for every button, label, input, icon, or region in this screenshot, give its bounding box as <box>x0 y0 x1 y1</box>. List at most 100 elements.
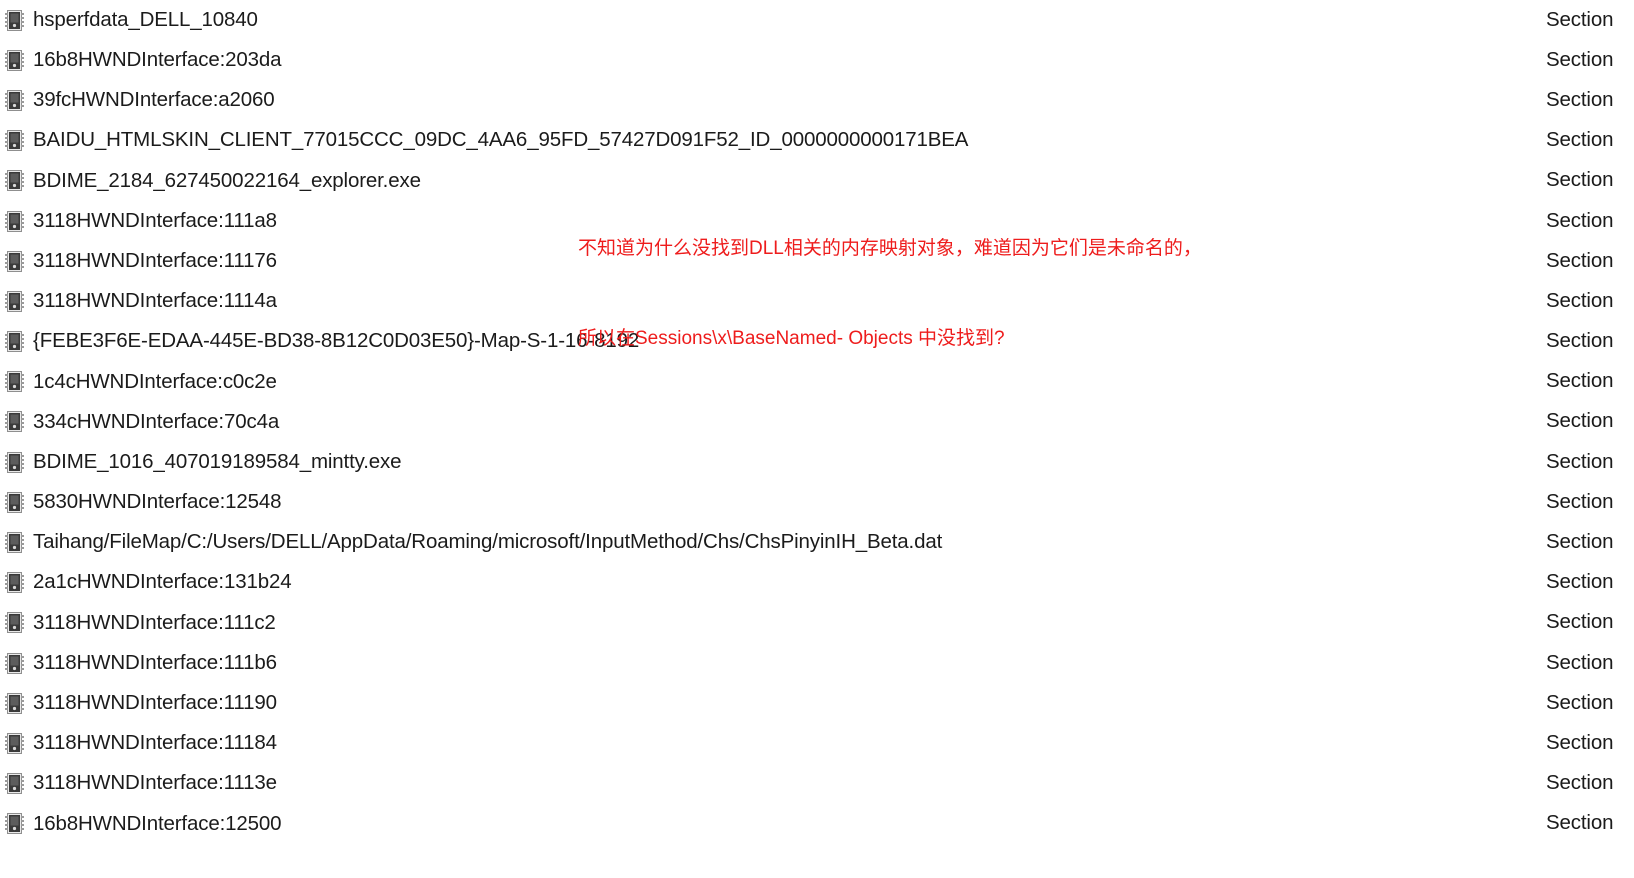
handle-type-label: Section <box>1546 570 1614 594</box>
handle-type-cell: Section <box>1484 290 1634 312</box>
table-row[interactable]: BDIME_2184_627450022164_explorer.exe Sec… <box>0 160 1634 201</box>
table-row[interactable]: BAIDU_HTMLSKIN_CLIENT_77015CCC_09DC_4AA6… <box>0 120 1634 161</box>
handle-type-label: Section <box>1546 610 1614 634</box>
handle-name-cell[interactable]: 3118HWNDInterface:111a8 <box>0 210 1484 232</box>
handle-name-cell[interactable]: 3118HWNDInterface:11190 <box>0 693 1484 714</box>
handle-name-cell[interactable]: 3118HWNDInterface:1114a <box>0 291 1484 312</box>
table-row[interactable]: 39fcHWNDInterface:a2060 Section <box>0 80 1634 121</box>
section-object-icon <box>5 411 24 433</box>
handle-name-label: {FEBE3F6E-EDAA-445E-BD38-8B12C0D03E50}-M… <box>33 329 640 353</box>
handle-name-cell[interactable]: 3118HWNDInterface:111b6 <box>0 650 1484 674</box>
section-object-icon <box>5 9 24 31</box>
table-row[interactable]: 3118HWNDInterface:111c2 Section <box>0 602 1634 643</box>
handle-type-cell: Section <box>1484 730 1634 754</box>
table-row[interactable]: 5830HWNDInterface:12548 Section <box>0 482 1634 523</box>
handle-type-label: Section <box>1546 811 1614 835</box>
table-row[interactable]: 3118HWNDInterface:111b6 Section <box>0 643 1634 684</box>
handle-type-cell: Section <box>1484 248 1634 272</box>
handle-name-label: BDIME_2184_627450022164_explorer.exe <box>33 168 421 192</box>
handle-type-label: Section <box>1546 208 1614 232</box>
handle-type-label: Section <box>1546 248 1614 272</box>
table-row[interactable]: 3118HWNDInterface:111a8 Section <box>0 200 1634 242</box>
table-row[interactable]: 16b8HWNDInterface:203da Section <box>0 40 1634 81</box>
table-row[interactable]: hsperfdata_DELL_10840 Section <box>0 0 1634 41</box>
handle-list[interactable]: hsperfdata_DELL_10840 Section 16b8HWNDIn… <box>0 0 1634 878</box>
handle-name-cell[interactable]: 16b8HWNDInterface:203da <box>0 50 1484 71</box>
handle-name-label: 3118HWNDInterface:11190 <box>33 691 277 715</box>
section-object-icon <box>5 612 24 634</box>
section-object-icon <box>5 290 24 312</box>
handle-name-cell[interactable]: hsperfdata_DELL_10840 <box>0 7 1484 31</box>
section-object-icon <box>5 331 24 353</box>
handle-name-label: BAIDU_HTMLSKIN_CLIENT_77015CCC_09DC_4AA6… <box>33 128 969 152</box>
section-object-icon <box>5 692 24 714</box>
handle-name-label: 3118HWNDInterface:111b6 <box>33 650 277 674</box>
section-object-icon <box>5 89 24 111</box>
handle-name-label: 16b8HWNDInterface:12500 <box>33 811 282 835</box>
handle-name-cell[interactable]: 39fcHWNDInterface:a2060 <box>0 90 1484 111</box>
table-row[interactable]: 2a1cHWNDInterface:131b24 Section <box>0 562 1634 603</box>
table-row[interactable]: 3118HWNDInterface:1113e Section <box>0 763 1634 804</box>
handle-type-cell: Section <box>1484 330 1634 352</box>
handle-name-label: 3118HWNDInterface:1113e <box>33 771 277 795</box>
section-object-icon <box>5 813 24 835</box>
handle-type-label: Section <box>1546 730 1614 754</box>
handle-name-label: 3118HWNDInterface:11184 <box>33 731 277 755</box>
handle-name-cell[interactable]: 16b8HWNDInterface:12500 <box>0 811 1484 835</box>
section-object-icon <box>5 210 24 232</box>
handle-name-cell[interactable]: BAIDU_HTMLSKIN_CLIENT_77015CCC_09DC_4AA6… <box>0 128 1484 152</box>
handle-name-label: hsperfdata_DELL_10840 <box>33 7 258 31</box>
table-row[interactable]: Taihang/FileMap/C:/Users/DELL/AppData/Ro… <box>0 522 1634 563</box>
handle-rows-container: hsperfdata_DELL_10840 Section 16b8HWNDIn… <box>0 0 1634 844</box>
table-row[interactable]: 334cHWNDInterface:70c4a Section <box>0 401 1634 443</box>
table-row[interactable]: 3118HWNDInterface:11184 Section <box>0 723 1634 764</box>
table-row[interactable]: 16b8HWNDInterface:12500 Section <box>0 803 1634 844</box>
handle-type-label: Section <box>1546 690 1614 714</box>
table-row[interactable]: 3118HWNDInterface:11176 Section <box>0 241 1634 282</box>
handle-type-cell: Section <box>1484 9 1634 31</box>
handle-name-label: 3118HWNDInterface:111c2 <box>33 610 276 634</box>
section-object-icon <box>5 170 24 192</box>
handle-name-label: 16b8HWNDInterface:203da <box>33 48 282 72</box>
handle-name-cell[interactable]: 3118HWNDInterface:11184 <box>0 733 1484 754</box>
handle-type-cell: Section <box>1484 208 1634 232</box>
section-object-icon <box>5 451 24 473</box>
handle-type-label: Section <box>1546 650 1614 674</box>
handle-type-cell: Section <box>1484 449 1634 473</box>
handle-name-cell[interactable]: 334cHWNDInterface:70c4a <box>0 409 1484 433</box>
table-row[interactable]: BDIME_1016_407019189584_mintty.exe Secti… <box>0 442 1634 483</box>
handle-type-cell: Section <box>1484 49 1634 71</box>
section-object-icon <box>5 49 24 71</box>
handle-type-label: Section <box>1546 449 1614 473</box>
handle-type-cell: Section <box>1484 570 1634 594</box>
handle-name-cell[interactable]: 3118HWNDInterface:11176 <box>0 250 1484 272</box>
handle-type-cell: Section <box>1484 87 1634 111</box>
handle-name-cell[interactable]: 1c4cHWNDInterface:c0c2e <box>0 369 1484 393</box>
handle-name-label: 334cHWNDInterface:70c4a <box>33 409 280 433</box>
table-row[interactable]: {FEBE3F6E-EDAA-445E-BD38-8B12C0D03E50}-M… <box>0 321 1634 362</box>
handle-name-cell[interactable]: Taihang/FileMap/C:/Users/DELL/AppData/Ro… <box>0 530 1484 554</box>
handle-name-label: Taihang/FileMap/C:/Users/DELL/AppData/Ro… <box>33 530 943 554</box>
handle-name-cell[interactable]: 5830HWNDInterface:12548 <box>0 492 1484 513</box>
handle-name-cell[interactable]: BDIME_2184_627450022164_explorer.exe <box>0 168 1484 192</box>
table-row[interactable]: 1c4cHWNDInterface:c0c2e Section <box>0 361 1634 402</box>
handle-type-label: Section <box>1546 369 1614 393</box>
handle-name-cell[interactable]: {FEBE3F6E-EDAA-445E-BD38-8B12C0D03E50}-M… <box>0 329 1484 353</box>
table-row[interactable]: 3118HWNDInterface:11190 Section <box>0 683 1634 724</box>
handle-type-cell: Section <box>1484 491 1634 513</box>
handle-name-label: 3118HWNDInterface:1114a <box>33 289 277 313</box>
handle-type-label: Section <box>1546 128 1614 152</box>
handle-type-cell: Section <box>1484 650 1634 674</box>
section-object-icon <box>5 773 24 795</box>
section-object-icon <box>5 652 24 674</box>
table-row[interactable]: 3118HWNDInterface:1114a Section <box>0 281 1634 322</box>
handle-type-cell: Section <box>1484 690 1634 714</box>
handle-name-label: 2a1cHWNDInterface:131b24 <box>33 570 292 594</box>
handle-name-label: 1c4cHWNDInterface:c0c2e <box>33 369 277 393</box>
handle-name-label: BDIME_1016_407019189584_mintty.exe <box>33 449 402 473</box>
handle-type-label: Section <box>1546 87 1614 111</box>
handle-name-cell[interactable]: BDIME_1016_407019189584_mintty.exe <box>0 449 1484 473</box>
handle-name-cell[interactable]: 2a1cHWNDInterface:131b24 <box>0 570 1484 594</box>
handle-name-cell[interactable]: 3118HWNDInterface:1113e <box>0 771 1484 795</box>
handle-name-cell[interactable]: 3118HWNDInterface:111c2 <box>0 610 1484 634</box>
